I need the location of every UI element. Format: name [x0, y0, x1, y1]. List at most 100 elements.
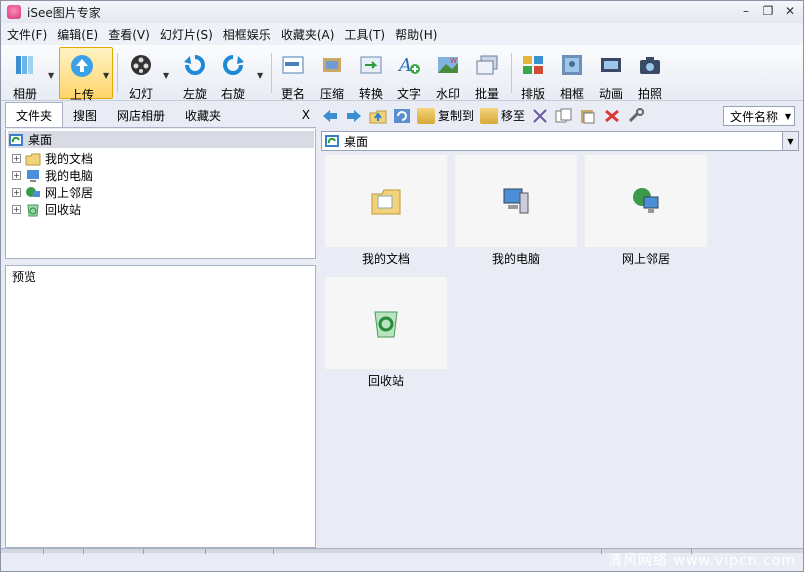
tree-item-label: 我的文档	[45, 152, 94, 166]
compress-button[interactable]: 压缩	[314, 51, 350, 101]
thumbnail-network[interactable]: 网上邻居	[584, 154, 708, 266]
camera-icon	[637, 53, 663, 77]
paste-icon	[581, 109, 595, 123]
refresh-button[interactable]	[393, 108, 411, 124]
minimize-button[interactable]: –	[737, 3, 755, 19]
copy-to-button[interactable]: 复制到	[417, 107, 474, 124]
tools-button[interactable]	[627, 107, 645, 124]
tree-item-recycle-bin[interactable]: + 回收站	[12, 201, 81, 218]
menu-favorites[interactable]: 收藏夹(A)	[281, 26, 335, 43]
expand-icon[interactable]: +	[12, 154, 21, 163]
restore-button[interactable]: ❐	[759, 3, 777, 19]
address-bar[interactable]: 桌面 ▼	[321, 131, 799, 151]
text-button[interactable]: A 文字	[391, 51, 427, 101]
convert-button[interactable]: 转换	[353, 51, 389, 101]
paste-button[interactable]	[579, 108, 597, 124]
camera-button[interactable]: 拍照	[632, 51, 668, 101]
frame-icon	[559, 53, 585, 77]
computer-icon	[503, 188, 529, 214]
tab-favorites[interactable]: 收藏夹	[175, 103, 231, 127]
thumbnail-my-documents[interactable]: 我的文档	[324, 154, 448, 266]
preview-panel: 预览	[5, 265, 316, 548]
tree-item-my-computer[interactable]: + 我的电脑	[12, 167, 93, 184]
menu-help[interactable]: 帮助(H)	[395, 26, 437, 43]
tree-root-desktop[interactable]: 桌面	[8, 131, 314, 148]
rotate-left-button[interactable]: 左旋	[177, 51, 213, 101]
watermark-button[interactable]: W 水印	[430, 51, 466, 101]
sort-select[interactable]: 文件名称 ▼	[723, 106, 795, 126]
window-title: iSee图片专家	[27, 5, 101, 20]
address-dropdown-icon[interactable]: ▼	[782, 132, 798, 150]
menu-tools[interactable]: 工具(T)	[344, 26, 385, 43]
copy-button[interactable]	[555, 108, 573, 124]
rename-icon	[280, 53, 306, 77]
tab-shop-album[interactable]: 网店相册	[107, 103, 175, 127]
slideshow-button[interactable]: 幻灯	[123, 51, 159, 101]
thumbnail-view: 我的文档 我的电脑 网上邻居 回收站	[321, 153, 803, 548]
tab-search[interactable]: 搜图	[63, 103, 107, 127]
tree-item-network[interactable]: + 网上邻居	[12, 184, 93, 201]
desktop-icon	[324, 134, 340, 148]
menu-file[interactable]: 文件(F)	[7, 26, 47, 43]
svg-text:W: W	[450, 57, 457, 65]
tab-folders[interactable]: 文件夹	[5, 102, 64, 127]
back-button[interactable]	[321, 108, 339, 124]
menu-view[interactable]: 查看(V)	[108, 26, 150, 43]
tree-item-label: 我的电脑	[45, 169, 94, 183]
menu-bar: 文件(F) 编辑(E) 查看(V) 幻灯片(S) 相框娱乐 收藏夹(A) 工具(…	[1, 23, 803, 45]
forward-button[interactable]	[345, 108, 363, 124]
album-button[interactable]: 相册	[7, 51, 43, 101]
title-bar: iSee图片专家 – ❐ ✕	[1, 1, 803, 23]
expand-icon[interactable]: +	[12, 188, 21, 197]
expand-icon[interactable]: +	[12, 205, 21, 214]
slideshow-dropdown-icon[interactable]: ▼	[163, 71, 169, 80]
svg-text:A: A	[397, 55, 412, 76]
tree-item-label: 回收站	[45, 203, 82, 217]
address-text: 桌面	[344, 134, 369, 149]
menu-slideshow[interactable]: 幻灯片(S)	[160, 26, 213, 43]
thumbnail-label: 网上邻居	[621, 252, 670, 266]
animation-icon	[598, 53, 624, 77]
animation-button[interactable]: 动画	[593, 51, 629, 101]
rename-button[interactable]: 更名	[275, 51, 311, 101]
album-dropdown-icon[interactable]: ▼	[48, 71, 54, 80]
cut-button[interactable]	[531, 108, 549, 124]
browser-toolbar: 复制到 移至 文件名称 ▼	[321, 102, 803, 129]
tree-item-label: 网上邻居	[45, 186, 94, 200]
folder-up-icon	[369, 110, 387, 123]
move-to-button[interactable]: 移至	[480, 107, 525, 124]
watermark-icon: W	[435, 53, 461, 77]
rotate-left-icon	[182, 53, 208, 77]
rotate-right-button[interactable]: 右旋	[215, 51, 251, 101]
left-pane: 文件夹 搜图 网店相册 收藏夹 X 桌面 + 我的文档 + 我的电脑 + 网上邻…	[5, 102, 316, 548]
main-toolbar: 相册 ▼ 上传 ▼ 幻灯 ▼ 左旋 右旋 ▼ 更名 压缩 转换 A 文字 W 水…	[1, 45, 803, 102]
text-icon: A	[396, 53, 422, 77]
desktop-icon	[8, 133, 24, 147]
delete-button[interactable]	[603, 108, 621, 124]
thumbnail-recycle-bin[interactable]: 回收站	[324, 276, 448, 388]
frame-button[interactable]: 相框	[554, 51, 590, 101]
thumbnail-label: 我的文档	[361, 252, 410, 266]
preview-label: 预览	[12, 270, 37, 284]
tree-item-my-documents[interactable]: + 我的文档	[12, 150, 93, 167]
menu-edit[interactable]: 编辑(E)	[57, 26, 98, 43]
expand-icon[interactable]: +	[12, 171, 21, 180]
up-folder-button[interactable]	[369, 108, 387, 124]
app-logo-icon	[7, 5, 21, 19]
rotate-dropdown-icon[interactable]: ▼	[257, 71, 263, 80]
tree-root-label: 桌面	[28, 133, 53, 147]
upload-icon	[69, 54, 95, 78]
recycle-bin-icon	[25, 203, 41, 217]
batch-button[interactable]: 批量	[469, 51, 505, 101]
upload-dropdown-icon[interactable]: ▼	[103, 71, 109, 80]
film-reel-icon	[128, 53, 154, 77]
close-pane-button[interactable]: X	[302, 108, 310, 122]
menu-frame-fun[interactable]: 相框娱乐	[223, 26, 271, 43]
layout-button[interactable]: 排版	[515, 51, 551, 101]
app-window: iSee图片专家 – ❐ ✕ 文件(F) 编辑(E) 查看(V) 幻灯片(S) …	[0, 0, 804, 572]
thumbnail-label: 回收站	[367, 374, 404, 388]
thumbnail-my-computer[interactable]: 我的电脑	[454, 154, 578, 266]
copy-icon	[555, 108, 572, 122]
arrow-left-icon	[323, 109, 337, 122]
close-button[interactable]: ✕	[781, 3, 799, 19]
